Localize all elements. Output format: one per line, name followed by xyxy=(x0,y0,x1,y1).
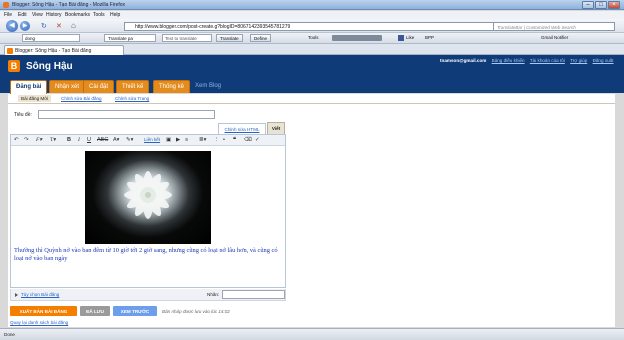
bullet-list-icon[interactable]: • xyxy=(223,137,225,143)
tab-settings[interactable]: Cài đặt xyxy=(83,80,115,93)
toolbar-search-field[interactable]: dong xyxy=(22,34,80,42)
undo-icon[interactable]: ↶ xyxy=(14,137,19,143)
title-label: Tiêu đề: xyxy=(14,112,32,118)
preview-button[interactable]: XEM TRƯỚC xyxy=(113,306,157,316)
tab-view-blog[interactable]: Xem Blog xyxy=(190,80,226,93)
blogger-icon xyxy=(7,48,13,54)
post-title-input[interactable] xyxy=(38,110,215,119)
close-icon[interactable]: × xyxy=(608,1,620,9)
minimize-icon[interactable]: – xyxy=(582,1,594,9)
back-icon[interactable]: ◀ xyxy=(6,20,18,32)
saved-message: Bản nháp được lưu vào lúc 14:02 xyxy=(162,309,230,314)
tab-posting[interactable]: Đăng bài xyxy=(10,80,48,94)
post-body-text[interactable]: Thường thì Quỳnh nở vào ban đêm từ 10 gi… xyxy=(14,247,284,264)
blogger-logo-icon[interactable]: B xyxy=(8,60,20,72)
redo-icon[interactable]: ↷ xyxy=(24,137,29,143)
italic-icon[interactable]: I xyxy=(78,137,80,143)
spellcheck-icon[interactable]: ✓ xyxy=(255,137,260,143)
define-button[interactable]: Define xyxy=(250,34,272,42)
dashboard-link[interactable]: Bảng điều khiển xyxy=(492,58,525,63)
subtab-edit-pages[interactable]: Chỉnh sửa Trang xyxy=(115,96,149,101)
addon-toolbar: dong Translate pa Text to translate Tran… xyxy=(0,33,624,44)
menu-file[interactable]: File xyxy=(4,12,12,18)
menu-edit[interactable]: Edit xyxy=(18,12,27,18)
tab-stats[interactable]: Thống kê xyxy=(153,80,191,93)
firefox-icon xyxy=(3,2,9,8)
facebook-icon xyxy=(398,35,404,41)
browser-tab[interactable]: Blogger: Sông Hậu - Tạo Bài đăng xyxy=(4,45,124,55)
window-title: Blogger: Sông Hậu - Tạo Bài đăng - Mozil… xyxy=(12,2,126,8)
signout-link[interactable]: Đăng xuất xyxy=(593,58,614,63)
addon-button[interactable] xyxy=(332,35,382,41)
underline-icon[interactable]: U xyxy=(87,137,91,143)
jump-break-icon[interactable]: ≡ xyxy=(185,137,188,143)
status-bar: Done xyxy=(0,328,624,340)
numbered-list-icon[interactable]: ⋮ xyxy=(214,137,220,143)
save-button[interactable]: ĐÃ LƯU xyxy=(80,306,110,316)
subtab-new-post[interactable]: Bài đăng Mới xyxy=(18,95,52,102)
status-text: Done xyxy=(4,332,15,337)
publish-button[interactable]: XUẤT BẢN BÀI ĐĂNG xyxy=(10,306,77,316)
expand-arrow-icon[interactable] xyxy=(15,293,18,297)
quote-icon[interactable]: ❝ xyxy=(233,137,236,143)
labels-label: Nhãn: xyxy=(207,292,220,297)
highlight-icon[interactable]: ✎▾ xyxy=(126,137,133,143)
translate-language-select[interactable]: Translate pa xyxy=(104,34,156,42)
browser-tab-bar: Blogger: Sông Hậu - Tạo Bài đăng xyxy=(0,44,624,55)
image-icon[interactable]: ▣ xyxy=(166,137,171,143)
gmail-notifier[interactable]: Gmail Notifier xyxy=(541,35,568,40)
menu-view[interactable]: View xyxy=(32,12,43,18)
tools-menu[interactable]: Tools xyxy=(308,35,319,40)
align-icon[interactable]: ≣▾ xyxy=(199,137,206,143)
sub-tabs: Bài đăng Mới Chỉnh sửa Bài đăng Chỉnh sử… xyxy=(8,94,615,104)
bold-icon[interactable]: B xyxy=(67,137,71,143)
browser-tab-label: Blogger: Sông Hậu - Tạo Bài đăng xyxy=(15,48,92,54)
tab-comments[interactable]: Nhận xét xyxy=(49,80,86,93)
tab-design[interactable]: Thiết kế xyxy=(116,80,150,93)
menu-history[interactable]: History xyxy=(46,12,62,18)
post-options-link[interactable]: Tùy chọn Bài đăng xyxy=(21,292,59,297)
editor-toolbar: ↶ ↷ F▾ T▾ B I U ABC A▾ ✎▾ Liên kết ▣ ▶ ≡… xyxy=(11,135,285,146)
user-email: tnamson@gmail.com xyxy=(440,58,487,63)
text-to-translate-input[interactable]: Text to translate xyxy=(162,34,212,42)
menu-bookmarks[interactable]: Bookmarks xyxy=(65,12,90,18)
stop-icon[interactable]: ✕ xyxy=(56,22,62,30)
clear-format-icon[interactable]: ⌫ xyxy=(244,137,252,143)
subtab-edit-posts[interactable]: Chỉnh sửa Bài đăng xyxy=(61,96,102,101)
font-size-icon[interactable]: T▾ xyxy=(50,137,56,143)
search-input[interactable]: TranslateBar | Customized Web Search xyxy=(493,22,615,31)
edit-html-tab[interactable]: Chỉnh sửa HTML xyxy=(218,123,266,134)
translate-button[interactable]: Translate xyxy=(216,34,243,42)
flower-photo[interactable] xyxy=(85,151,211,244)
link-button[interactable]: Liên kết xyxy=(144,137,160,143)
post-options-bar: Tùy chọn Bài đăng Nhãn: xyxy=(10,289,286,301)
blog-name[interactable]: Sông Hậu xyxy=(26,61,73,72)
user-bar: tnamson@gmail.com Bảng điều khiển Tài kh… xyxy=(440,58,614,63)
flower-image xyxy=(124,171,172,219)
font-icon[interactable]: F▾ xyxy=(36,137,42,143)
reload-icon[interactable]: ↻ xyxy=(41,22,47,30)
video-icon[interactable]: ▶ xyxy=(176,137,180,143)
window-titlebar: Blogger: Sông Hậu - Tạo Bài đăng - Mozil… xyxy=(0,0,624,10)
account-link[interactable]: Tài khoản của tôi xyxy=(530,58,565,63)
menu-tools[interactable]: Tools xyxy=(93,12,105,18)
maximize-icon[interactable]: □ xyxy=(595,1,607,9)
bpp-button[interactable]: BPP xyxy=(425,35,434,40)
strike-icon[interactable]: ABC xyxy=(97,137,108,143)
compose-tab[interactable]: Viết xyxy=(267,122,285,134)
text-color-icon[interactable]: A▾ xyxy=(113,137,119,143)
home-icon[interactable]: ⌂ xyxy=(71,21,76,30)
forward-icon[interactable]: ▶ xyxy=(20,21,30,31)
help-link[interactable]: Trợ giúp xyxy=(570,58,587,63)
menu-help[interactable]: Help xyxy=(110,12,120,18)
back-to-posts-link[interactable]: Quay lại danh sách bài đăng xyxy=(10,320,68,325)
labels-input[interactable] xyxy=(222,290,285,299)
like-button[interactable]: Like xyxy=(406,35,414,40)
main-tabs: Đăng bài Nhận xét Cài đặt Thiết kế Thống… xyxy=(0,80,624,94)
menu-bar: File Edit View History Bookmarks Tools H… xyxy=(0,11,624,19)
